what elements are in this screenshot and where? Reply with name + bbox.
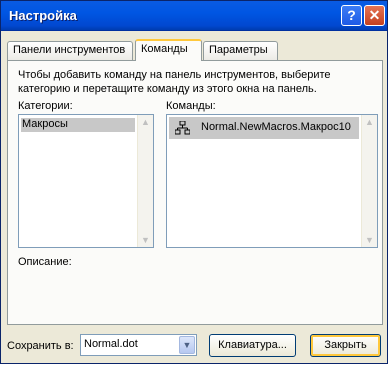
scroll-up-icon[interactable]: ▲	[141, 117, 150, 127]
save-in-value: Normal.dot	[84, 338, 138, 350]
tab-label: Панели инструментов	[13, 44, 126, 56]
customize-dialog: Настройка ? ✕ Панели инструментов Команд…	[0, 0, 388, 364]
title-bar[interactable]: Настройка ? ✕	[1, 1, 387, 31]
commands-list[interactable]: Normal.NewMacros.Макрос10 ▲ ▼	[166, 114, 378, 248]
categories-label: Категории:	[18, 100, 73, 112]
tab-label: Параметры	[209, 44, 268, 56]
tab-toolbars[interactable]: Панели инструментов	[7, 41, 133, 60]
commands-scrollbar[interactable]: ▲ ▼	[361, 115, 377, 247]
category-label: Макросы	[22, 118, 68, 130]
commands-tab-panel: Чтобы добавить команду на панель инструм…	[7, 60, 383, 325]
close-button-label: Закрыть	[324, 339, 367, 351]
keyboard-button-label: Клавиатура...	[218, 339, 287, 351]
commands-label: Команды:	[166, 100, 216, 112]
description-label: Описание:	[18, 256, 72, 268]
window-title: Настройка	[9, 8, 77, 23]
categories-list[interactable]: Макросы ▲ ▼	[18, 114, 154, 248]
scroll-down-icon[interactable]: ▼	[141, 235, 150, 245]
chevron-down-icon[interactable]: ▼	[179, 336, 195, 354]
command-item[interactable]: Normal.NewMacros.Макрос10	[169, 117, 359, 139]
close-button[interactable]: Закрыть	[310, 334, 381, 357]
categories-scrollbar[interactable]: ▲ ▼	[137, 115, 153, 247]
command-label: Normal.NewMacros.Макрос10	[201, 121, 351, 133]
close-window-button[interactable]: ✕	[364, 5, 385, 26]
tab-label: Команды	[141, 43, 188, 55]
list-item-selected[interactable]: Макросы	[21, 118, 135, 132]
tab-options[interactable]: Параметры	[203, 41, 278, 60]
help-button[interactable]: ?	[341, 5, 362, 26]
close-icon: ✕	[368, 7, 381, 23]
help-icon: ?	[347, 7, 356, 23]
tab-commands[interactable]: Команды	[135, 39, 202, 61]
save-in-select[interactable]: Normal.dot ▼	[80, 334, 197, 356]
instructions-text: Чтобы добавить команду на панель инструм…	[18, 69, 331, 95]
scroll-up-icon[interactable]: ▲	[365, 117, 374, 127]
keyboard-button[interactable]: Клавиатура...	[209, 334, 296, 357]
macro-icon	[175, 121, 190, 135]
scroll-down-icon[interactable]: ▼	[365, 235, 374, 245]
save-in-label: Сохранить в:	[7, 340, 74, 352]
